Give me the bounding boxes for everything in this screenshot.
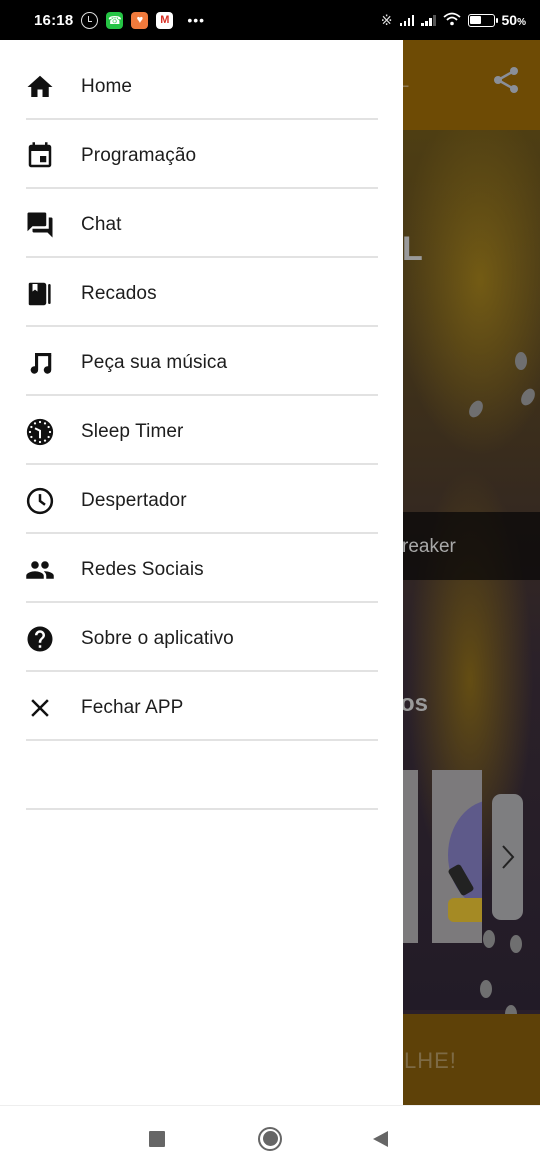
- carousel-next-button[interactable]: [492, 794, 523, 920]
- menu-item-label: Sobre o aplicativo: [81, 627, 234, 649]
- chat-icon: [25, 210, 55, 240]
- status-bar: 16:18 ☎ ♥ M ••• ※ 50%: [0, 0, 540, 40]
- divider: [26, 187, 378, 189]
- menu-item-label: Chat: [81, 213, 122, 235]
- back-icon: [372, 1130, 388, 1147]
- menu-item-redes-sociais[interactable]: Redes Sociais: [0, 535, 403, 604]
- status-left: 16:18 ☎ ♥ M •••: [34, 11, 206, 29]
- divider: [26, 325, 378, 327]
- people-icon: [25, 555, 55, 585]
- health-app-icon: ♥: [131, 11, 149, 29]
- now-playing-text: reaker: [402, 536, 456, 557]
- menu-item-label: Peça sua música: [81, 351, 228, 373]
- menu-item-label: Redes Sociais: [81, 558, 204, 580]
- home-button[interactable]: [240, 1106, 300, 1170]
- divider: [26, 463, 378, 465]
- home-circle-icon: [258, 1126, 282, 1151]
- section-title: os: [400, 690, 429, 717]
- menu-item-programacao[interactable]: Programação: [0, 121, 403, 190]
- whatsapp-icon: ☎: [106, 11, 124, 29]
- menu-item-recados[interactable]: Recados: [0, 259, 403, 328]
- decor-dot: [515, 352, 527, 370]
- wifi-icon: [442, 12, 461, 29]
- carousel-card[interactable]: [432, 770, 482, 943]
- divider: [26, 532, 378, 534]
- status-time: 16:18: [34, 11, 74, 29]
- menu-item-label: Programação: [81, 144, 197, 166]
- decor-dot: [466, 398, 486, 420]
- battery-percent: 50%: [502, 12, 526, 28]
- sleep-timer-icon: [25, 417, 55, 447]
- menu-item-sobre-o-aplicativo[interactable]: Sobre o aplicativo: [0, 604, 403, 673]
- recents-button[interactable]: [127, 1106, 187, 1170]
- close-icon: [25, 693, 55, 723]
- divider: [26, 256, 378, 258]
- menu-item-chat[interactable]: Chat: [0, 190, 403, 259]
- bottom-banner-text: LHE!: [404, 1048, 457, 1073]
- menu-item-label: Despertador: [81, 489, 187, 511]
- gmail-icon: M: [156, 11, 174, 29]
- help-icon: [25, 624, 55, 654]
- status-right: ※ 50%: [381, 12, 526, 29]
- hero-logo-fragment: L: [402, 230, 423, 268]
- battery-percent-value: 50: [501, 12, 518, 28]
- bluetooth-icon: ※: [380, 11, 393, 28]
- decor-dot: [483, 930, 495, 948]
- menu-item-label: Home: [81, 75, 133, 97]
- divider: [26, 739, 378, 741]
- menu-item-label: Sleep Timer: [81, 420, 184, 442]
- menu-item-label: Recados: [81, 282, 157, 304]
- battery-icon: [467, 13, 498, 27]
- menu-item-label: Fechar APP: [81, 696, 184, 718]
- calendar-icon: [25, 141, 55, 171]
- signal-1-icon: [399, 14, 415, 26]
- menu-item-sleep-timer[interactable]: Sleep Timer: [0, 397, 403, 466]
- back-button[interactable]: [350, 1106, 410, 1170]
- more-notifications-icon: •••: [187, 12, 206, 28]
- recents-icon: [149, 1130, 165, 1147]
- book-icon: [25, 279, 55, 309]
- battery-fill: [470, 16, 482, 24]
- menu-item-despertador[interactable]: Despertador: [0, 466, 403, 535]
- divider: [26, 394, 378, 396]
- divider: [26, 118, 378, 120]
- menu-item-peca-sua-musica[interactable]: Peça sua música: [0, 328, 403, 397]
- card-artwork-brush: [448, 898, 482, 922]
- navigation-drawer: Home Programação Chat Recados Peça sua m…: [0, 40, 403, 1105]
- home-icon: [25, 72, 55, 102]
- system-nav-bar: [0, 1105, 540, 1170]
- menu-item-home[interactable]: Home: [0, 52, 403, 121]
- clock-icon: [25, 486, 55, 516]
- alarm-icon: [81, 11, 99, 29]
- music-note-icon: [25, 348, 55, 378]
- battery-percent-suffix: %: [517, 17, 526, 28]
- screen: 16:18 ☎ ♥ M ••• ※ 50% L L reaker os LHE!…: [0, 0, 540, 1170]
- share-icon[interactable]: [490, 64, 522, 96]
- decor-dot: [518, 386, 538, 408]
- divider: [26, 808, 378, 810]
- decor-dot: [480, 980, 492, 998]
- decor-dot: [510, 935, 522, 953]
- chevron-right-icon: [501, 845, 514, 869]
- divider: [26, 670, 378, 672]
- divider: [26, 601, 378, 603]
- menu-item-fechar-app[interactable]: Fechar APP: [0, 673, 403, 742]
- signal-2-icon: [421, 14, 436, 26]
